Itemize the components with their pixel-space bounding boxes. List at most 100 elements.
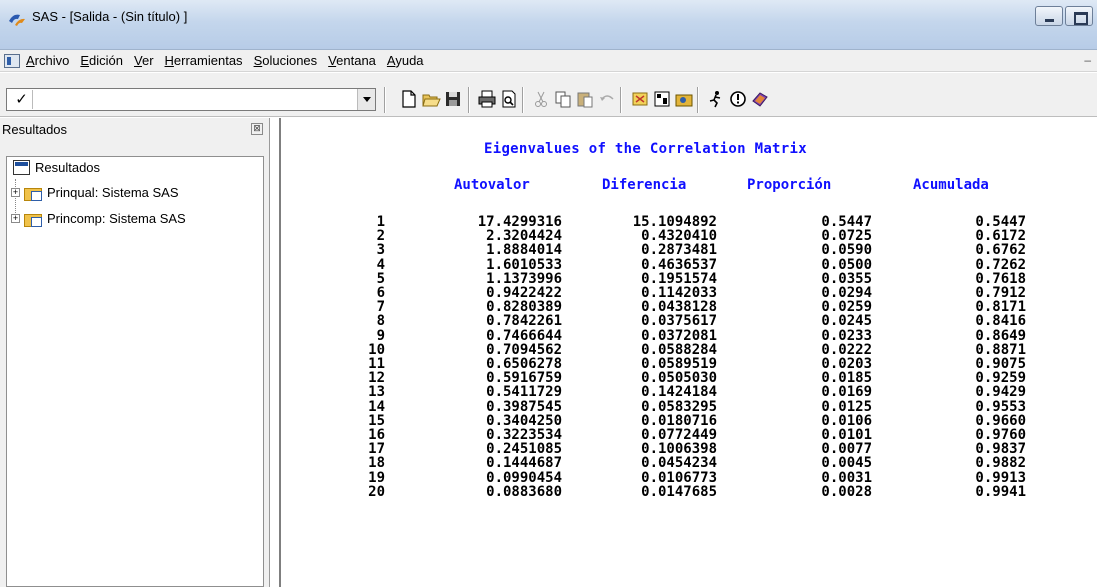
menu-items: Archivo Edición Ver Herramientas Solucio… [26, 53, 435, 68]
toolbar-separator [468, 87, 470, 113]
acumulada-cell: 0.9553 [975, 398, 1026, 415]
title-bar: SAS - [Salida - (Sin título) ] [0, 0, 1097, 50]
row-index: 3 [376, 242, 385, 259]
results-icon[interactable] [652, 89, 672, 109]
maximize-button[interactable] [1065, 6, 1093, 26]
proporcion-cell: 0.0245 [821, 313, 872, 330]
new-icon[interactable] [399, 89, 419, 109]
window-title: SAS - [Salida - (Sin título) ] [32, 9, 188, 24]
proporcion-cell: 0.0590 [821, 242, 872, 259]
output-title: Eigenvalues of the Correlation Matrix [484, 141, 807, 157]
tree-node-prinqual[interactable]: + Prinqual: Sistema SAS [11, 185, 179, 201]
toolbar: ✓ [0, 73, 1097, 117]
proporcion-cell: 0.0294 [821, 285, 872, 301]
diferencia-cell: 0.0583295 [641, 398, 717, 415]
command-box[interactable]: ✓ [6, 88, 376, 111]
library-icon[interactable] [674, 89, 694, 109]
row-index: 18 [368, 455, 385, 472]
proporcion-cell: 0.0169 [821, 384, 872, 401]
row-index: 7 [376, 299, 385, 316]
help-icon[interactable] [750, 89, 770, 109]
column-header-diferencia: Diferencia [602, 177, 687, 193]
menu-ver[interactable]: Ver [134, 53, 154, 68]
proporcion-cell: 0.0500 [821, 256, 872, 273]
tree-node-label: Prinqual: Sistema SAS [47, 185, 179, 200]
expand-icon[interactable]: + [11, 214, 20, 223]
acumulada-cell: 0.9941 [975, 483, 1026, 500]
minimize-button[interactable] [1035, 6, 1063, 26]
expand-icon[interactable]: + [11, 188, 20, 197]
proporcion-cell: 0.0077 [821, 441, 872, 458]
row-index: 8 [376, 313, 385, 330]
diferencia-cell: 0.4320410 [641, 228, 717, 245]
check-icon[interactable]: ✓ [11, 90, 33, 109]
diferencia-cell: 0.1951574 [641, 270, 717, 287]
diferencia-cell: 0.0589519 [641, 356, 717, 372]
proporcion-cell: 0.0101 [821, 427, 872, 443]
print-preview-icon[interactable] [499, 89, 519, 109]
column-header-autovalor: Autovalor [454, 177, 530, 193]
proporcion-cell: 0.0233 [821, 327, 872, 344]
copy-icon[interactable] [553, 89, 573, 109]
row-index: 5 [376, 270, 385, 287]
sas-app-icon [9, 14, 25, 26]
autovalor-cell: 0.6506278 [486, 356, 562, 372]
menu-ayuda[interactable]: Ayuda [387, 53, 424, 68]
row-index: 10 [368, 341, 385, 358]
document-menu-icon[interactable] [4, 54, 20, 68]
break-icon[interactable] [728, 89, 748, 109]
paste-icon[interactable] [575, 89, 595, 109]
menu-archivo[interactable]: Archivo [26, 53, 69, 68]
mdi-minimize-button[interactable]: – [1084, 53, 1091, 67]
acumulada-cell: 0.8416 [975, 313, 1026, 330]
tree-node-princomp[interactable]: + Princomp: Sistema SAS [11, 211, 186, 227]
proporcion-cell: 0.5447 [821, 214, 872, 230]
autovalor-cell: 0.8280389 [486, 299, 562, 316]
autovalor-cell: 2.3204424 [486, 228, 562, 245]
row-index: 2 [376, 228, 385, 245]
autovalor-cell: 0.2451085 [486, 441, 562, 458]
row-index: 16 [368, 427, 385, 443]
proporcion-cell: 0.0259 [821, 299, 872, 316]
print-icon[interactable] [477, 89, 497, 109]
autovalor-cell: 1.8884014 [486, 242, 562, 259]
acumulada-cell: 0.9259 [975, 370, 1026, 387]
open-icon[interactable] [421, 89, 441, 109]
row-index: 20 [368, 483, 385, 500]
acumulada-cell: 0.8649 [975, 327, 1026, 344]
close-icon[interactable]: ⊠ [251, 123, 263, 135]
menu-soluciones[interactable]: Soluciones [254, 53, 318, 68]
diferencia-cell: 0.0438128 [641, 299, 717, 316]
acumulada-cell: 0.9429 [975, 384, 1026, 401]
acumulada-cell: 0.9660 [975, 412, 1026, 429]
tree-root[interactable]: Resultados [13, 160, 100, 175]
diferencia-cell: 0.0372081 [641, 327, 717, 344]
menu-herramientas[interactable]: Herramientas [165, 53, 243, 68]
save-icon[interactable] [443, 89, 463, 109]
row-index: 17 [368, 441, 385, 458]
row-index: 19 [368, 469, 385, 486]
output-window[interactable]: Eigenvalues of the Correlation Matrix Au… [279, 118, 1097, 587]
explorer-icon[interactable] [630, 89, 650, 109]
proporcion-cell: 0.0203 [821, 356, 872, 372]
diferencia-cell: 0.0180716 [641, 412, 717, 429]
row-index: 1 [376, 214, 385, 230]
diferencia-cell: 0.0147685 [641, 483, 717, 500]
cut-icon[interactable] [531, 89, 551, 109]
acumulada-cell: 0.8171 [975, 299, 1026, 316]
menu-ventana[interactable]: Ventana [328, 53, 376, 68]
diferencia-cell: 0.0106773 [641, 469, 717, 486]
menu-edicion[interactable]: Edición [80, 53, 123, 68]
results-panel-header: Resultados [2, 122, 68, 137]
proporcion-cell: 0.0125 [821, 398, 872, 415]
acumulada-cell: 0.9882 [975, 455, 1026, 472]
autovalor-cell: 0.5916759 [486, 370, 562, 387]
chevron-down-icon[interactable] [357, 89, 375, 110]
autovalor-cell: 0.7842261 [486, 313, 562, 330]
toolbar-separator [620, 87, 622, 113]
submit-icon[interactable] [706, 89, 726, 109]
undo-icon[interactable] [597, 89, 617, 109]
row-index: 4 [376, 256, 385, 273]
results-tree: Resultados + Prinqual: Sistema SAS + Pri… [6, 156, 264, 587]
proporcion-cell: 0.0725 [821, 228, 872, 245]
